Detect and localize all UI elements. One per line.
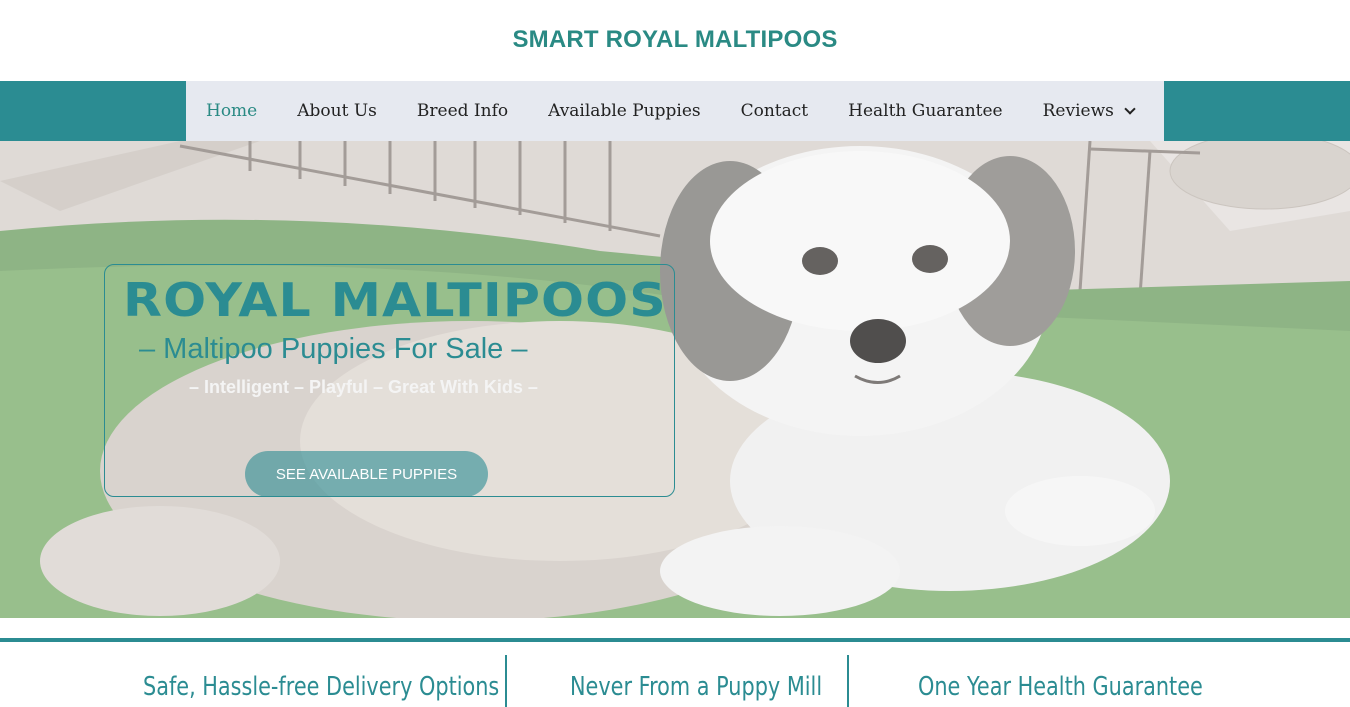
nav-item-breed-info[interactable]: Breed Info xyxy=(417,101,508,121)
main-nav-band: Home About Us Breed Info Available Puppi… xyxy=(0,81,1350,141)
feature-health-guarantee: One Year Health Guarantee xyxy=(918,672,1203,702)
see-available-puppies-button[interactable]: SEE AVAILABLE PUPPIES xyxy=(245,451,488,497)
hero-subtitle: – Maltipoo Puppies For Sale – xyxy=(139,333,528,365)
main-nav: Home About Us Breed Info Available Puppi… xyxy=(186,81,1164,141)
nav-item-available-puppies[interactable]: Available Puppies xyxy=(548,101,701,121)
chevron-down-icon xyxy=(1124,102,1136,115)
features-strip: Safe, Hassle-free Delivery Options Never… xyxy=(0,642,1350,707)
hero-title: ROYAL MALTIPOOS xyxy=(123,273,667,327)
nav-item-health-guarantee[interactable]: Health Guarantee xyxy=(848,101,1002,121)
feature-no-puppy-mill: Never From a Puppy Mill xyxy=(570,672,823,702)
feature-delivery: Safe, Hassle-free Delivery Options xyxy=(143,672,500,702)
site-header: SMART ROYAL MALTIPOOS xyxy=(0,0,1350,81)
feature-divider xyxy=(505,655,507,707)
nav-item-home[interactable]: Home xyxy=(206,101,257,121)
site-title[interactable]: SMART ROYAL MALTIPOOS xyxy=(0,26,1350,54)
hero-banner: ROYAL MALTIPOOS – Maltipoo Puppies For S… xyxy=(0,141,1350,618)
hero-callout: ROYAL MALTIPOOS – Maltipoo Puppies For S… xyxy=(104,264,675,497)
nav-item-contact[interactable]: Contact xyxy=(741,101,809,121)
nav-item-reviews[interactable]: Reviews xyxy=(1042,101,1136,121)
hero-tagline: – Intelligent – Playful – Great With Kid… xyxy=(189,377,538,397)
nav-item-about-us[interactable]: About Us xyxy=(297,101,377,121)
feature-divider xyxy=(847,655,849,707)
nav-item-reviews-label: Reviews xyxy=(1042,101,1114,121)
